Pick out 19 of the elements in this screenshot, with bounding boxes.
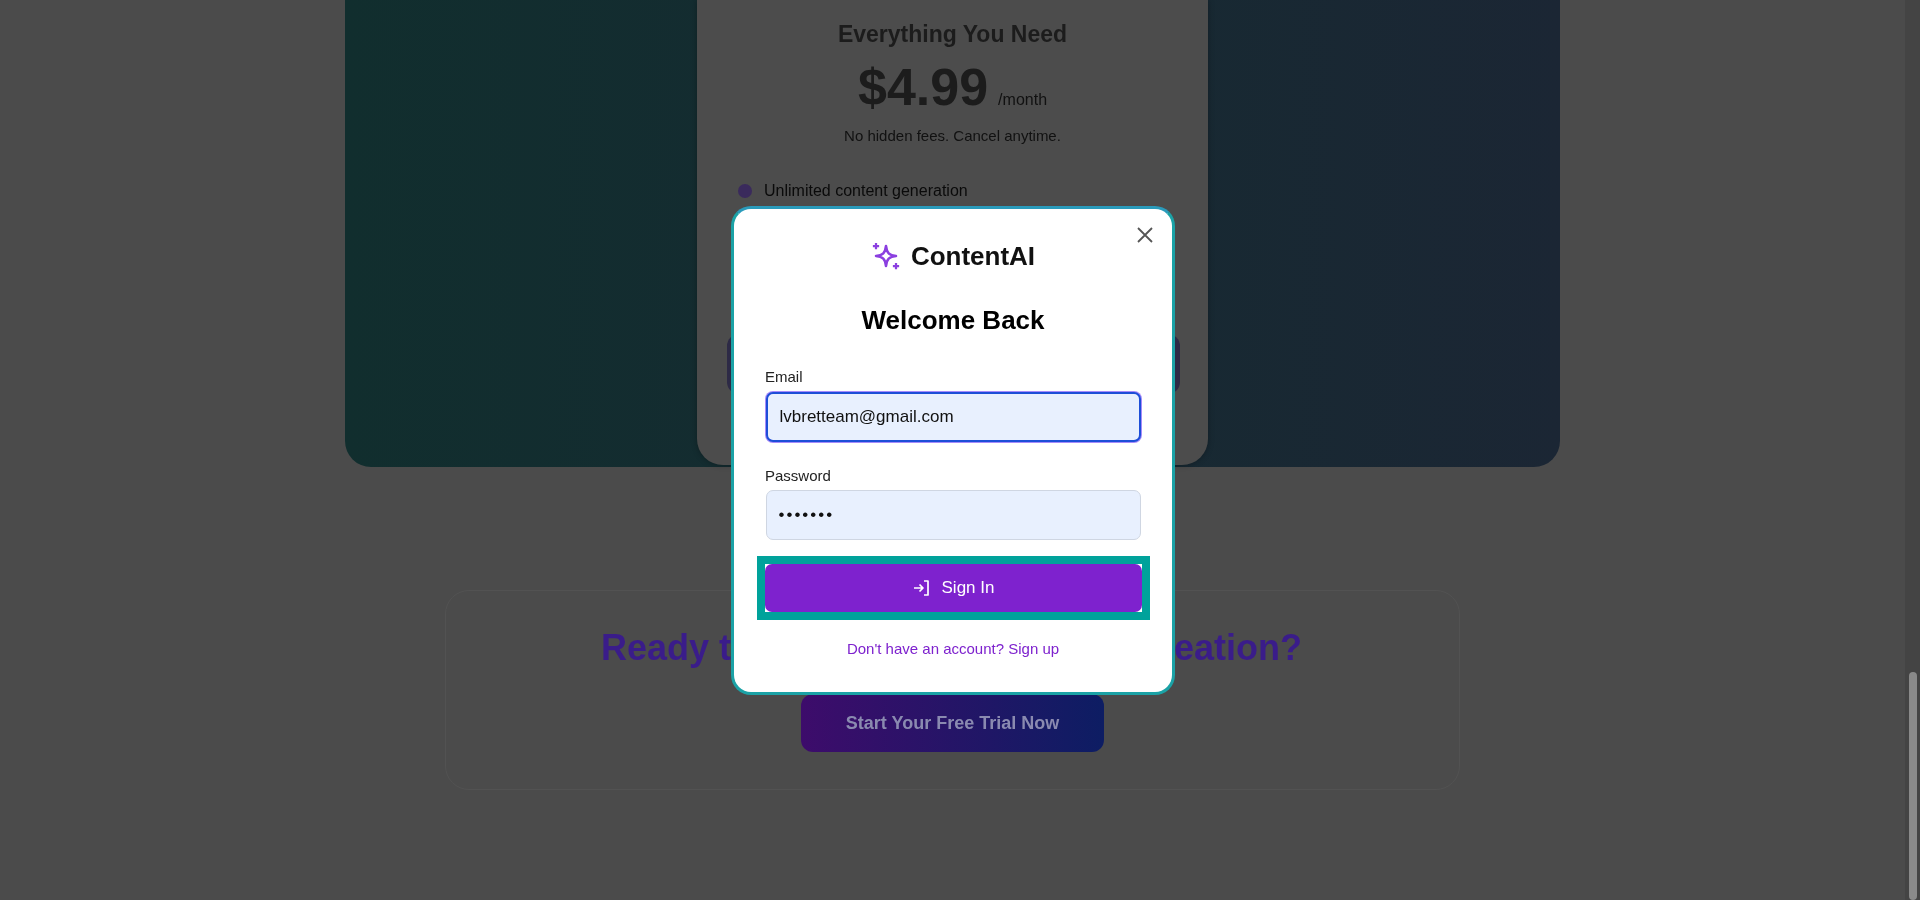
sign-in-icon xyxy=(911,578,932,598)
email-field[interactable]: lvbretteam@gmail.com xyxy=(765,392,1141,442)
scrollbar[interactable] xyxy=(1905,0,1920,900)
price-period: /month xyxy=(998,91,1048,109)
cta-heading: eation? xyxy=(1174,627,1302,669)
bullet-icon xyxy=(738,184,752,198)
dialog-title: Welcome Back xyxy=(861,304,1045,336)
cta-heading: Ready t xyxy=(601,627,732,669)
feature-text: Unlimited content generation xyxy=(764,182,968,200)
password-field[interactable]: ••••••• xyxy=(765,490,1141,540)
field-label: Password xyxy=(765,467,831,485)
sign-up-link[interactable]: Don't have an account? Sign up xyxy=(846,640,1060,658)
field-label: Email xyxy=(765,368,803,386)
brand-name: ContentAI xyxy=(910,240,1036,272)
free-trial-button[interactable]: Start Your Free Trial Now xyxy=(801,694,1104,752)
sparkle-icon xyxy=(870,241,901,271)
close-icon[interactable] xyxy=(1136,226,1154,244)
sign-in-button[interactable]: Sign In xyxy=(764,564,1142,612)
plan-note: No hidden fees. Cancel anytime. xyxy=(844,126,1061,146)
